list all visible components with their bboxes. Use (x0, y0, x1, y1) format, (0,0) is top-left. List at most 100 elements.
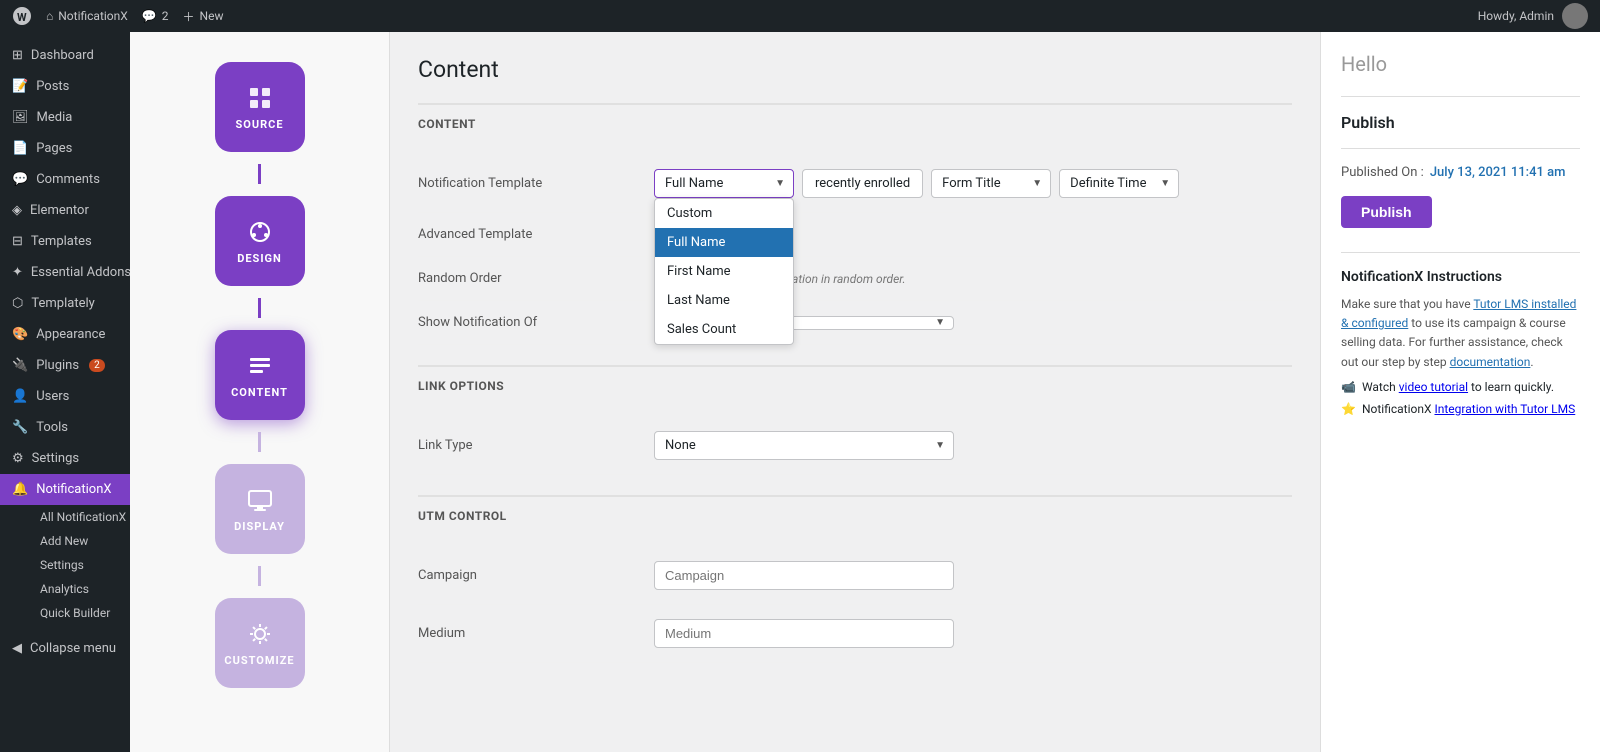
link-type-dropdown-wrapper[interactable]: None ▼ (654, 431, 954, 460)
option-sales-count[interactable]: Sales Count (655, 315, 793, 344)
doc-link[interactable]: documentation (1450, 355, 1531, 369)
instructions-text: Make sure that you have Tutor LMS instal… (1341, 295, 1580, 372)
integration-link[interactable]: Integration with Tutor LMS (1434, 402, 1575, 416)
right-sep-2 (1341, 148, 1580, 149)
essential-addons-icon: ✦ (12, 265, 23, 280)
step-content[interactable]: CONTENT (130, 320, 389, 430)
sidebar-sub-settings[interactable]: Settings (28, 553, 130, 577)
step-design[interactable]: DESIGN (130, 186, 389, 296)
instructions-section: NotificationX Instructions Make sure tha… (1341, 269, 1580, 416)
notification-template-label: Notification Template (418, 176, 638, 191)
sidebar-item-templately[interactable]: ⬡ Templately (0, 288, 130, 319)
step-content-label: CONTENT (231, 386, 288, 399)
step-source[interactable]: SOURCE (130, 52, 389, 162)
recently-enrolled-badge: recently enrolled (802, 169, 923, 198)
sidebar-sub-quick-builder[interactable]: Quick Builder (28, 601, 130, 625)
video-tutorial-link[interactable]: video tutorial (1399, 380, 1468, 394)
notification-template-dropdown-wrapper[interactable]: Full Name ▼ Custom Full Name First Name … (654, 169, 794, 198)
new-item[interactable]: ＋ New (183, 8, 224, 25)
step-display[interactable]: DISPLAY (130, 454, 389, 564)
sidebar-label-settings: Settings (32, 451, 79, 466)
sidebar-item-elementor[interactable]: ◈ Elementor (0, 195, 130, 226)
link-type-chevron-icon: ▼ (935, 440, 945, 451)
medium-input[interactable] (654, 619, 954, 648)
admin-bar-left: W ⌂ NotificationX 💬 2 ＋ New (12, 6, 1462, 26)
sidebar-sub-analytics[interactable]: Analytics (28, 577, 130, 601)
site-name-label: NotificationX (58, 9, 128, 23)
settings-icon: ⚙ (12, 451, 24, 466)
publish-button[interactable]: Publish (1341, 196, 1432, 228)
wp-logo-item[interactable]: W (12, 6, 32, 26)
main-panel: Content CONTENT Notification Template Fu… (390, 32, 1320, 752)
sidebar-label-users: Users (36, 389, 69, 404)
sidebar-item-plugins[interactable]: 🔌 Plugins 2 (0, 350, 130, 381)
sidebar-sub-all[interactable]: All NotificationX (28, 505, 130, 529)
sidebar-item-media[interactable]: 🖼 Media (0, 102, 130, 133)
source-icon (246, 84, 274, 112)
step-customize-card: CUSTOMIZE (215, 598, 305, 688)
option-custom[interactable]: Custom (655, 199, 793, 228)
collapse-label: Collapse menu (30, 641, 116, 656)
option-full-name[interactable]: Full Name (655, 228, 793, 257)
sidebar-item-appearance[interactable]: 🎨 Appearance (0, 319, 130, 350)
campaign-label: Campaign (418, 568, 638, 583)
definite-time-dropdown[interactable]: Definite Time ▼ (1059, 169, 1179, 198)
right-sep-3 (1341, 252, 1580, 253)
step-customize[interactable]: CUSTOMIZE (130, 588, 389, 698)
sidebar-item-pages[interactable]: 📄 Pages (0, 133, 130, 164)
campaign-input[interactable] (654, 561, 954, 590)
content-section-header: CONTENT (418, 103, 1292, 139)
link-type-dropdown[interactable]: None ▼ (654, 431, 954, 460)
option-first-name[interactable]: First Name (655, 257, 793, 286)
form-title-dropdown-wrapper[interactable]: Form Title ▼ (931, 169, 1051, 198)
howdy-label: Howdy, Admin (1478, 9, 1554, 23)
steps-sidebar: SOURCE DESIGN (130, 32, 390, 752)
publish-section: Publish Published On : July 13, 2021 11:… (1341, 113, 1580, 228)
site-name-item[interactable]: ⌂ NotificationX (46, 9, 128, 23)
sidebar: ⊞ Dashboard 📝 Posts 🖼 Media 📄 Pages 💬 Co… (0, 32, 130, 752)
sidebar-item-posts[interactable]: 📝 Posts (0, 71, 130, 102)
medium-label: Medium (418, 626, 638, 641)
elementor-icon: ◈ (12, 203, 22, 218)
form-title-dropdown[interactable]: Form Title ▼ (931, 169, 1051, 198)
definite-time-dropdown-wrapper[interactable]: Definite Time ▼ (1059, 169, 1179, 198)
step-content-card: CONTENT (215, 330, 305, 420)
content-icon (246, 352, 274, 380)
published-on-value: July 13, 2021 11:41 am (1430, 165, 1566, 180)
medium-controls (654, 619, 1292, 648)
sub-settings-label: Settings (40, 558, 84, 572)
wp-logo-icon: W (12, 6, 32, 26)
sidebar-label-tools: Tools (36, 420, 68, 435)
advanced-template-row: Advanced Template (418, 213, 1292, 257)
customize-icon (246, 620, 274, 648)
link-type-controls: None ▼ (654, 431, 1292, 460)
link-options-section-header: LINK OPTIONS (418, 365, 1292, 401)
sidebar-item-comments[interactable]: 💬 Comments (0, 164, 130, 195)
sidebar-item-notificationx[interactable]: 🔔 NotificationX (0, 474, 130, 505)
dropdown-selected-value: Full Name (665, 176, 723, 191)
dashboard-icon: ⊞ (12, 48, 23, 63)
sidebar-label-media: Media (37, 110, 73, 125)
sidebar-item-dashboard[interactable]: ⊞ Dashboard (0, 40, 130, 71)
sidebar-item-templates[interactable]: ⊟ Templates (0, 226, 130, 257)
templates-icon: ⊟ (12, 234, 23, 249)
sidebar-label-comments: Comments (36, 172, 100, 187)
main-wrapper: ⊞ Dashboard 📝 Posts 🖼 Media 📄 Pages 💬 Co… (0, 32, 1600, 752)
sidebar-sub-add-new[interactable]: Add New (28, 529, 130, 553)
notification-template-menu: Custom Full Name First Name Last Name Sa… (654, 198, 794, 345)
sidebar-item-settings[interactable]: ⚙ Settings (0, 443, 130, 474)
sidebar-item-tools[interactable]: 🔧 Tools (0, 412, 130, 443)
tools-icon: 🔧 (12, 420, 28, 435)
integration-item: ⭐ NotificationX Integration with Tutor L… (1341, 402, 1580, 416)
collapse-icon: ◀ (12, 641, 22, 656)
sidebar-item-essential-addons[interactable]: ✦ Essential Addons (0, 257, 130, 288)
form-title-value: Form Title (942, 176, 1000, 191)
sidebar-collapse[interactable]: ◀ Collapse menu (0, 633, 130, 664)
notificationx-icon: 🔔 (12, 482, 28, 497)
notification-template-dropdown[interactable]: Full Name ▼ (654, 169, 794, 198)
comments-item[interactable]: 💬 2 (142, 9, 169, 23)
media-icon: 🖼 (12, 110, 29, 125)
option-last-name[interactable]: Last Name (655, 286, 793, 315)
sidebar-item-users[interactable]: 👤 Users (0, 381, 130, 412)
campaign-controls (654, 561, 1292, 590)
